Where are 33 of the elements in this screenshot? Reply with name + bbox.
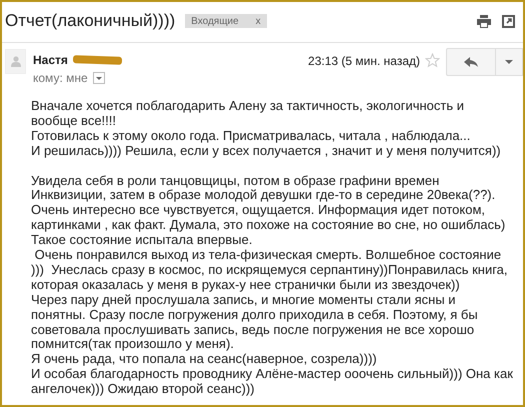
body-text-line: картинками , как факт. Думала, это похоже на состояние во сне, но ошиблась) xyxy=(31,218,506,234)
body-text-line: помнится(так произошло у меня). xyxy=(31,337,235,352)
body-text-line: ))) Унеслась сразу в космос, по искрящемуся серпантину))Понравилась книга, xyxy=(31,262,508,278)
caret-icon[interactable] xyxy=(505,60,513,64)
body-text-line: ангелочек))) Ожидаю второй сеанс))) xyxy=(31,382,256,398)
body-text-line: Через пару дней прослушала запись, и многие моменты стали ясны и xyxy=(31,292,456,308)
remove-label-button[interactable]: x xyxy=(256,16,261,26)
body-text-line: Я очень рада, что попала на сеанс(наверное, созрела)))) xyxy=(31,352,378,368)
person-icon xyxy=(10,56,20,67)
body-text-line: Очень интересно все чувствуется, ощущается. Информация идет потоком, xyxy=(31,203,486,218)
body-text-line: Вначале хочется поблагодарить Алену за тактичность, экологичность и xyxy=(31,99,466,114)
body-text-line: которая оказалась у меня в руках-у нее странички были из звездочек)) xyxy=(31,278,460,293)
body-text-line: вообще все!!!! xyxy=(31,114,117,129)
recipient-text: кому: мне xyxy=(33,71,88,85)
body-text-line: Такое состояние испытала впервые. xyxy=(31,233,254,248)
reply-button[interactable] xyxy=(446,48,496,76)
reply-icon[interactable] xyxy=(464,57,478,67)
star-icon[interactable] xyxy=(425,53,440,68)
body-text-line: Увидела себя в роли танцовщицы, потом в образе графини времен xyxy=(31,174,440,188)
body-text-line: Готовилась к этому около года. Присматривалась, читала , наблюдала... xyxy=(31,128,472,144)
email-subject: Отчет(лаконичный)))) xyxy=(5,11,176,31)
new-window-icon[interactable] xyxy=(502,14,515,28)
body-text-line: И решилась)))) Решила, если у всех получается , значит и у меня получится)) xyxy=(31,144,502,159)
body-text-line: понятны. Сразу после погружения долго приходила в себя. Поэтому, я бы xyxy=(31,308,479,323)
body-text-line: Очень понравился выход из тела-физическая смерть. Волшебное состояние xyxy=(34,248,502,263)
body-text-line: советовала прослушивать запись, ведь после погружения не все хорошо xyxy=(31,322,476,338)
dropdown-icon[interactable] xyxy=(92,72,105,84)
print-icon[interactable] xyxy=(477,14,491,28)
body-text-line: И особая благодарность проводнику Алёне-мастер ооочень сильный))) Она как xyxy=(31,367,514,382)
label-text: Входящие xyxy=(191,16,239,26)
body-text-line: Инквизиции, затем в образе молодой девушки где-то в середине 20века(??). xyxy=(31,188,496,204)
timestamp: 23:13 (5 мин. назад) xyxy=(308,54,420,68)
sender-name: Настя xyxy=(33,53,68,67)
